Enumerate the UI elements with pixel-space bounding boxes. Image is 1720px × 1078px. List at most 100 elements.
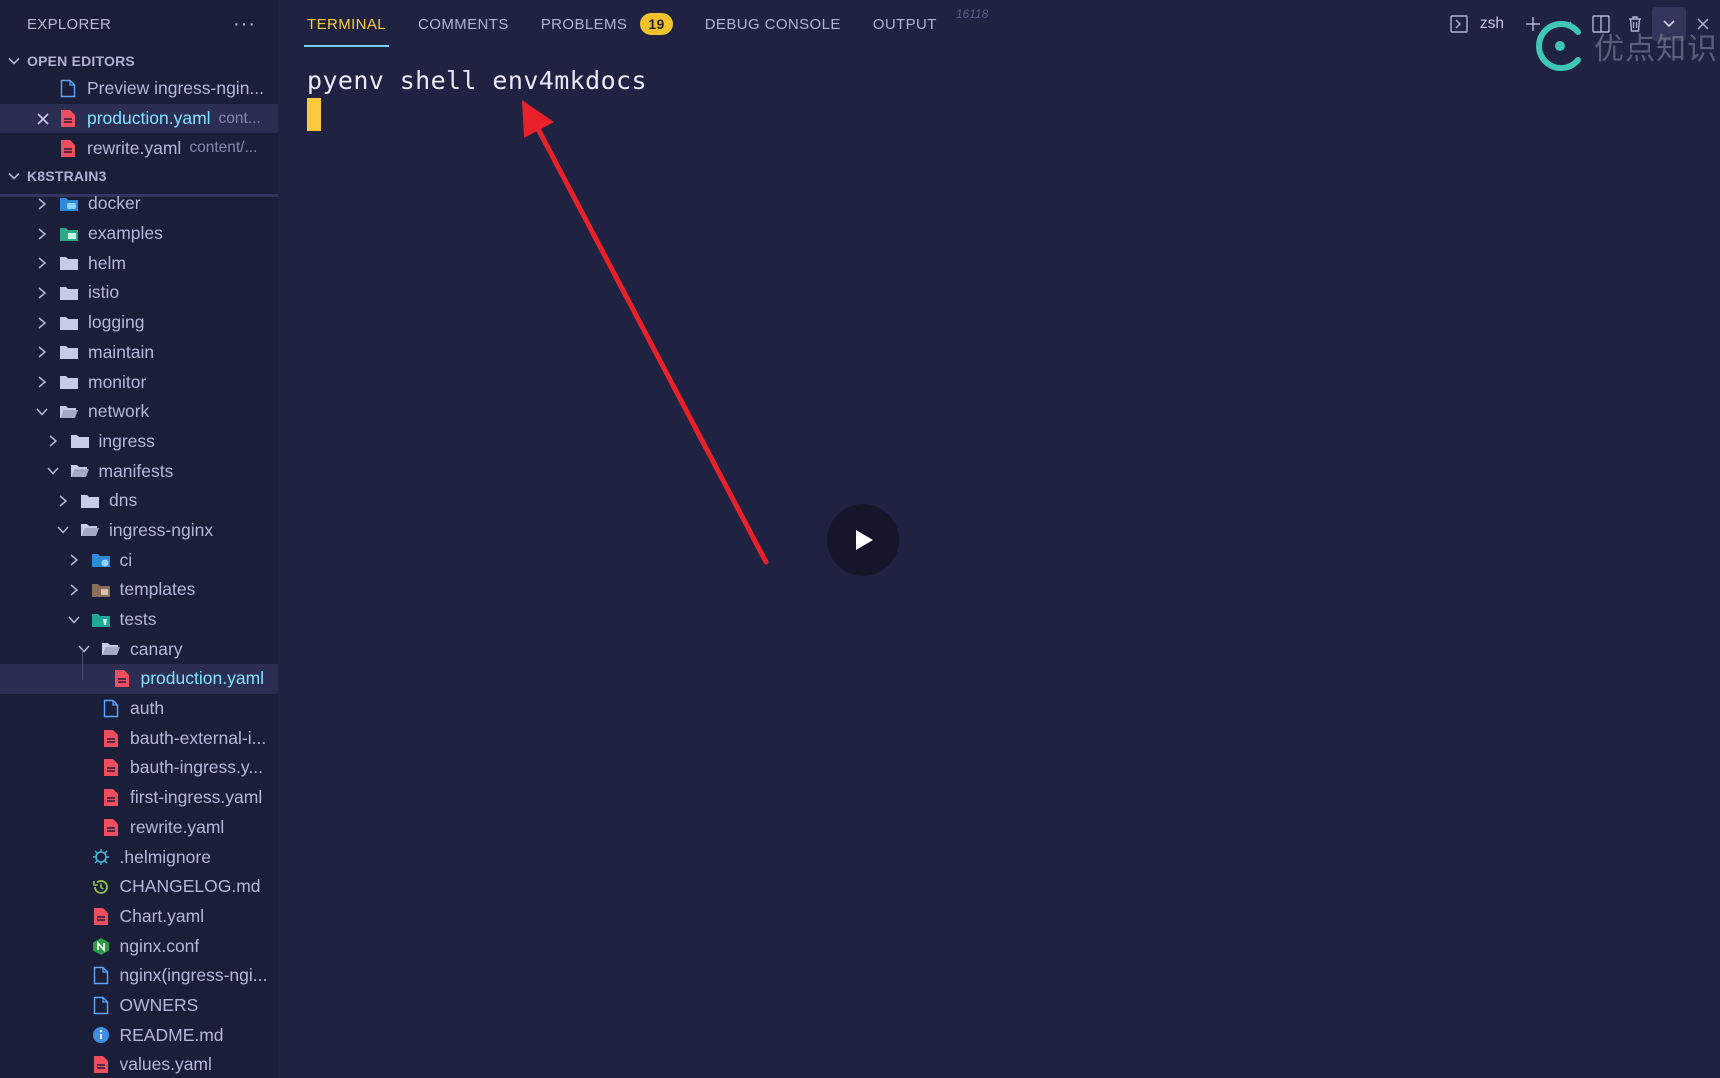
chevron-right-icon [67, 553, 81, 567]
tree-item[interactable]: network [0, 397, 278, 427]
item-label: dns [109, 490, 138, 511]
chevron-down-icon [0, 54, 27, 68]
item-label: network [88, 401, 150, 422]
close-editor-icon[interactable] [35, 111, 51, 127]
tree-item[interactable]: examples [0, 219, 278, 249]
file-icon [91, 995, 111, 1015]
tree-item[interactable]: first-ingress.yaml [0, 783, 278, 813]
tree-item[interactable]: canary [0, 634, 278, 664]
tree-item[interactable]: bauth-external-i... [0, 723, 278, 753]
chevron-right-icon [35, 197, 49, 211]
item-label: ingress-nginx [109, 519, 214, 540]
tree-item[interactable]: rewrite.yaml [0, 813, 278, 843]
watermark: 优点知识 [1532, 18, 1718, 74]
tree-item[interactable]: ci [0, 545, 278, 575]
tree-item[interactable]: OWNERS [0, 991, 278, 1021]
play-button[interactable] [827, 504, 899, 576]
item-label: canary [130, 638, 183, 659]
item-label: nginx.conf [119, 935, 200, 956]
yaml-file-icon [58, 138, 78, 158]
item-label: tests [119, 609, 157, 630]
tree-item[interactable]: CHANGELOG.md [0, 872, 278, 902]
tree-item[interactable]: nginx.conf [0, 931, 278, 961]
file-icon [101, 699, 121, 719]
helm-icon [91, 847, 111, 867]
folder-icon [80, 491, 100, 511]
tree-item[interactable]: dns [0, 486, 278, 516]
chevron-right-icon [46, 434, 60, 448]
workspace-section[interactable]: K8STRAIN3 [0, 163, 278, 189]
chevron-down-icon [77, 642, 91, 656]
yaml-file-icon [91, 1055, 111, 1075]
item-label: bauth-ingress.y... [130, 757, 263, 778]
tree-item[interactable]: Chart.yaml [0, 902, 278, 932]
open-editor-item[interactable]: production.yaml cont... [0, 103, 278, 134]
item-label: logging [88, 312, 145, 333]
item-label: examples [88, 223, 163, 244]
tree-item[interactable]: ingress-nginx [0, 516, 278, 546]
tree-item[interactable]: .helmignore [0, 842, 278, 872]
chevron-down-icon [35, 405, 49, 419]
folder-open-icon [80, 520, 100, 540]
open-editors-label: OPEN EDITORS [27, 53, 135, 69]
item-label: monitor [88, 371, 147, 392]
chevron-right-icon [35, 256, 49, 270]
item-label: helm [88, 252, 126, 273]
folder-icon [59, 253, 79, 273]
more-actions-icon[interactable]: ··· [233, 13, 256, 36]
open-editor-item[interactable]: Preview ingress-ngin... [0, 74, 278, 104]
open-editor-item[interactable]: rewrite.yaml content/... [0, 133, 278, 163]
item-label: nginx(ingress-ngi... [119, 965, 268, 986]
annotation-arrow [522, 100, 769, 565]
tree-item[interactable]: manifests [0, 456, 278, 486]
folder-open-icon [70, 461, 90, 481]
tree-item[interactable]: auth [0, 694, 278, 724]
item-label: production.yaml [140, 668, 265, 689]
workspace-label: K8STRAIN3 [27, 168, 107, 185]
item-label: maintain [88, 341, 155, 362]
tree-item[interactable]: production.yaml [0, 664, 278, 694]
open-editors-section[interactable]: OPEN EDITORS [0, 48, 278, 74]
yaml-file-icon [91, 906, 111, 926]
chevron-right-icon [35, 227, 49, 241]
tree-item[interactable]: values.yaml [0, 1050, 278, 1078]
item-label: .helmignore [119, 846, 211, 867]
folder-icon [70, 431, 90, 451]
tree-item[interactable]: helm [0, 248, 278, 278]
item-label: production.yaml [87, 108, 211, 129]
file-preview-icon [58, 79, 78, 99]
tree-item[interactable]: ingress [0, 427, 278, 457]
tree-item[interactable]: logging [0, 308, 278, 338]
info-icon [91, 1025, 111, 1045]
watermark-text: 优点知识 [1594, 33, 1718, 66]
tree-item[interactable]: tests [0, 605, 278, 635]
tree-item[interactable]: monitor [0, 367, 278, 397]
tree-item[interactable]: bauth-ingress.y... [0, 753, 278, 783]
tree-item[interactable]: docker [0, 189, 278, 219]
item-label: Chart.yaml [119, 905, 205, 926]
tree-item[interactable]: istio [0, 278, 278, 308]
item-label: templates [119, 579, 196, 600]
tree-item[interactable]: maintain [0, 338, 278, 368]
tests-folder-icon [91, 610, 111, 630]
tree-item[interactable]: templates [0, 575, 278, 605]
tree-item[interactable]: nginx(ingress-ngi... [0, 961, 278, 991]
item-label: OWNERS [119, 994, 199, 1015]
tree-item[interactable]: README.md [0, 1020, 278, 1050]
file-tree: docker examples helm istio logging maintain mo… [0, 189, 278, 1078]
chevron-down-icon [67, 613, 81, 627]
chevron-right-icon [35, 375, 49, 389]
item-label: istio [88, 282, 120, 303]
yaml-file-icon [101, 788, 121, 808]
